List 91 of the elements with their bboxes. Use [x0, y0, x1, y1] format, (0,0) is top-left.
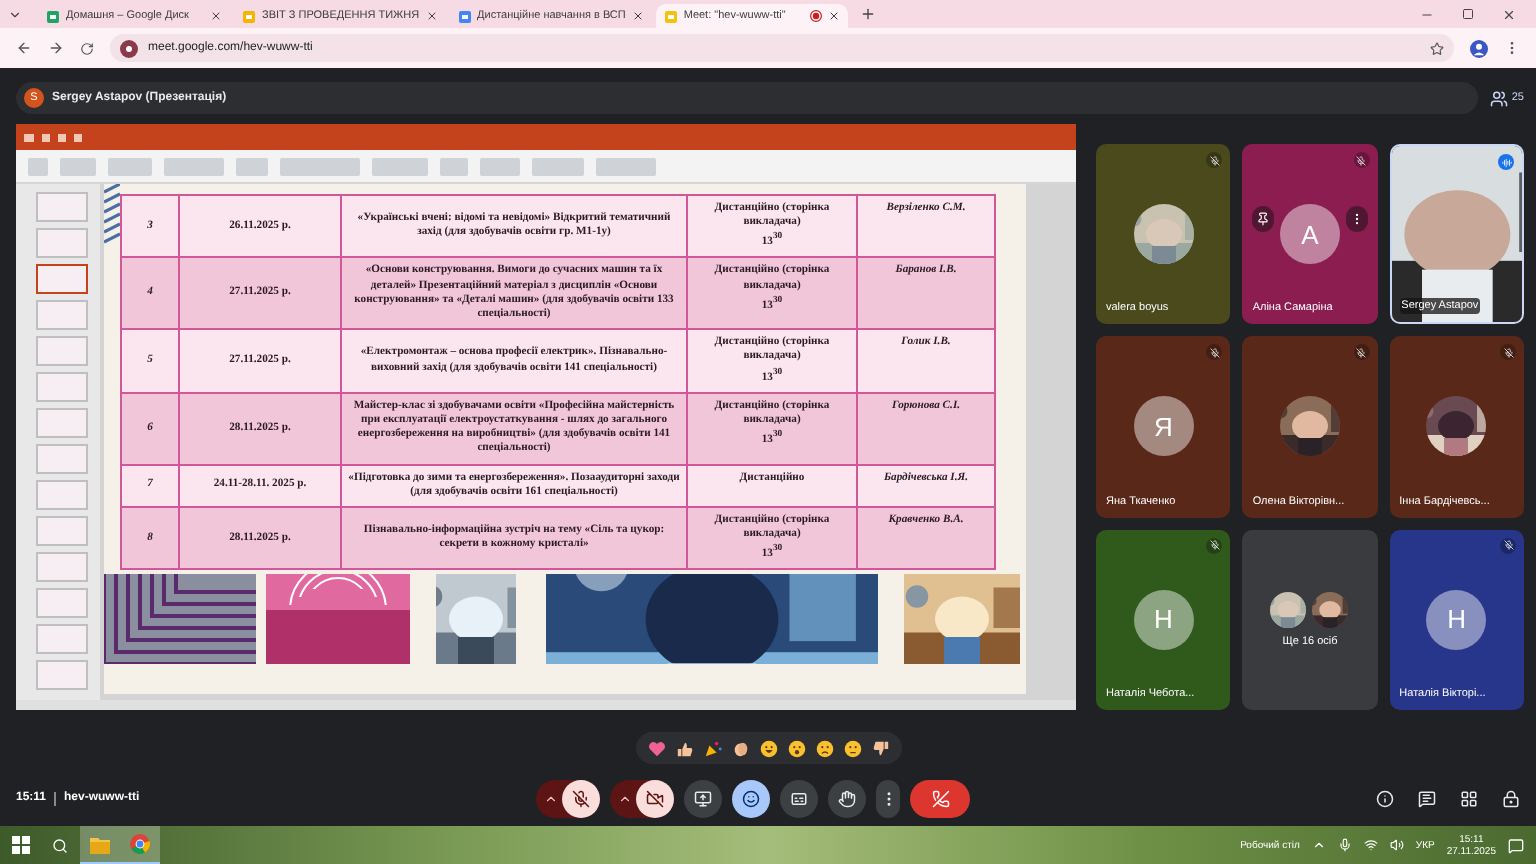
ribbon-tool: [280, 157, 360, 175]
slide-thumbnail[interactable]: [36, 408, 88, 438]
more-options-button[interactable]: [876, 779, 900, 817]
ribbon-tool: [60, 157, 96, 175]
thinking-face-icon[interactable]: [843, 739, 861, 757]
camera-button[interactable]: [636, 779, 674, 817]
smiley-icon: [742, 789, 760, 807]
lock-icon[interactable]: [1502, 789, 1520, 807]
hand-icon: [838, 789, 856, 807]
drive-icon: [46, 9, 60, 23]
activities-icon[interactable]: [1460, 789, 1478, 807]
ribbon-tool: [164, 157, 224, 175]
thumbs-down-icon[interactable]: [871, 739, 889, 757]
present-screen-icon: [694, 789, 712, 807]
pin-button[interactable]: [1251, 206, 1274, 232]
avatar: A: [1279, 204, 1340, 265]
caret-icon: [544, 791, 558, 805]
slide-thumbnail[interactable]: [36, 192, 88, 222]
chrome-icon: [130, 834, 150, 854]
ribbon-tool: [236, 157, 268, 175]
ribbon-tool: [372, 157, 428, 175]
microphone-button[interactable]: [562, 779, 600, 817]
taskbar-app-button[interactable]: [120, 826, 160, 864]
pattern-drawing: [266, 574, 410, 665]
raise-hand-button[interactable]: [828, 779, 866, 817]
slide-thumbnail[interactable]: [36, 552, 88, 582]
chat-icon[interactable]: [1418, 789, 1436, 807]
close-icon[interactable]: [425, 10, 438, 22]
slide-thumbnail[interactable]: [36, 660, 88, 690]
camera-off-icon: [646, 789, 664, 807]
folder-icon: [90, 835, 110, 853]
leave-call-button[interactable]: [910, 779, 970, 817]
ribbon-tool: [596, 157, 656, 175]
meet-icon: [663, 9, 678, 23]
laughing-face-icon[interactable]: [759, 739, 777, 757]
ribbon-tool: [532, 157, 584, 175]
maximize-icon[interactable]: [1462, 7, 1474, 19]
profile-avatar-icon[interactable]: [1470, 39, 1488, 57]
slide-thumbnail[interactable]: [36, 480, 88, 510]
heart-icon[interactable]: [647, 739, 665, 757]
slide-thumbnail[interactable]: [36, 516, 88, 546]
ribbon-tool: [440, 157, 468, 175]
volume-icon[interactable]: [1389, 838, 1404, 852]
bookmark-star-icon[interactable]: [1430, 41, 1444, 55]
avatar: Я: [1133, 396, 1194, 457]
microphone-off-icon: [572, 789, 590, 807]
new-tab-icon[interactable]: [859, 6, 876, 22]
captions-icon: [790, 789, 808, 807]
microphone-icon[interactable]: [1337, 838, 1352, 852]
network-icon[interactable]: [1363, 838, 1378, 852]
tray-overflow-icon[interactable]: [1311, 838, 1326, 852]
docs-icon: [457, 9, 472, 23]
slide-thumbnail[interactable]: [36, 228, 88, 258]
slide-thumbnail[interactable]: [36, 300, 88, 330]
sad-face-icon[interactable]: [815, 739, 833, 757]
close-icon[interactable]: [631, 10, 644, 22]
close-icon[interactable]: [210, 10, 222, 22]
slides-icon: [242, 9, 256, 23]
slide-thumbnail[interactable]: [36, 624, 88, 654]
present-button[interactable]: [684, 779, 722, 817]
reload-icon[interactable]: [80, 41, 94, 55]
tab-search-icon[interactable]: [8, 7, 22, 21]
close-icon[interactable]: [1502, 7, 1516, 21]
avatar: Н: [1133, 589, 1194, 650]
phone-hang-up-icon: [931, 789, 949, 807]
windows-logo-icon: [11, 836, 29, 854]
caret-icon: [618, 791, 632, 805]
stripes-drawing: [104, 184, 120, 244]
pin-icon: [1255, 212, 1270, 226]
slide-thumbnail[interactable]: [36, 444, 88, 474]
close-icon[interactable]: [827, 10, 840, 22]
people-icon: [1489, 89, 1508, 107]
slide-thumbnail[interactable]: [36, 372, 88, 402]
captions-button[interactable]: [780, 779, 818, 817]
forward-icon[interactable]: [48, 40, 64, 56]
back-icon[interactable]: [16, 40, 32, 56]
notifications-icon[interactable]: [1508, 837, 1524, 853]
slide-thumbnail[interactable]: [36, 264, 88, 294]
search-icon: [52, 837, 68, 853]
slide-thumbnail[interactable]: [36, 336, 88, 366]
site-info-icon: [120, 39, 138, 57]
surprised-face-icon[interactable]: [787, 739, 805, 757]
thumbs-up-icon[interactable]: [675, 739, 693, 757]
ribbon-tool: [108, 157, 152, 175]
slide-thumbnail[interactable]: [36, 588, 88, 618]
ribbon-tool: [28, 157, 48, 175]
info-icon[interactable]: [1376, 789, 1394, 807]
ribbon-tool: [480, 157, 520, 175]
avatar: Н: [1426, 589, 1487, 650]
reactions-button[interactable]: [732, 779, 770, 817]
party-popper-icon[interactable]: [703, 739, 721, 757]
